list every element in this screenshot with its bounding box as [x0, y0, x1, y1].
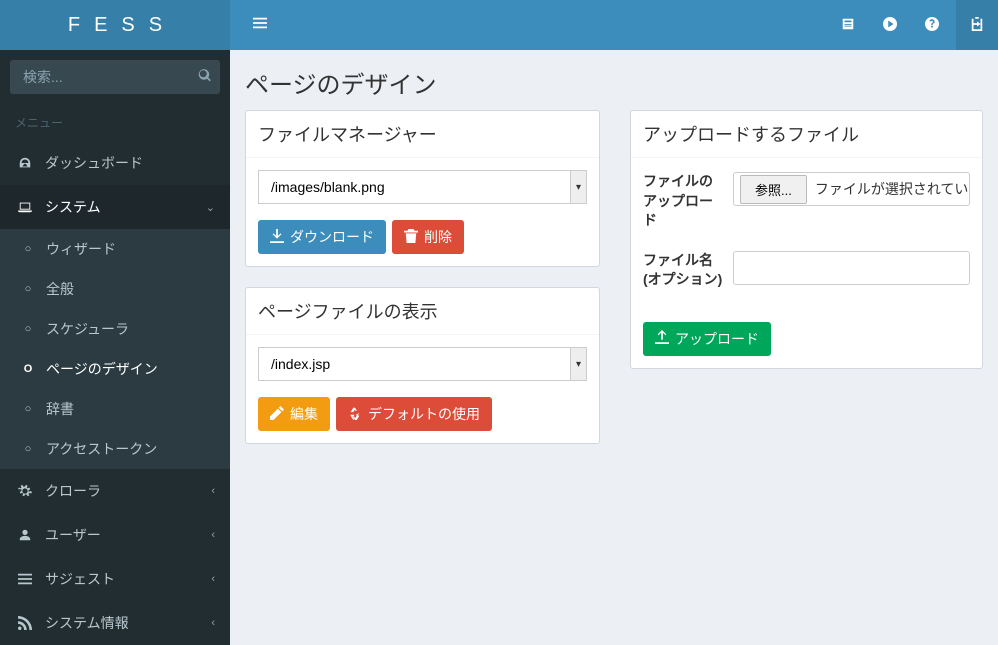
- recycle-icon: [348, 406, 362, 423]
- sidebar-item-label: サジェスト: [45, 569, 115, 589]
- chevron-left-icon: ‹: [211, 617, 215, 629]
- button-label: デフォルトの使用: [368, 404, 480, 424]
- sidebar-item-dictionary[interactable]: ○ 辞書: [0, 389, 230, 429]
- laptop-icon: [15, 200, 35, 214]
- logout-icon: [970, 17, 984, 34]
- circle-icon: ○: [20, 283, 36, 295]
- sidebar-item-label: アクセストークン: [46, 439, 157, 459]
- circle-icon: ○: [20, 323, 36, 335]
- search-input[interactable]: [10, 60, 220, 94]
- main: ページのデザイン ファイルマネージャー /images/blank.png ▾: [230, 0, 998, 645]
- play-circle-icon: [883, 17, 897, 34]
- sidebar: FESS メニュー ダッシュボード システム ⌄ ○ ウィザード ○ 全般 ○ スケジ…: [0, 0, 230, 645]
- circle-icon: ○: [20, 243, 36, 255]
- file-status-text: ファイルが選択されてい: [807, 179, 969, 199]
- logo[interactable]: FESS: [0, 0, 230, 50]
- filename-input[interactable]: [733, 251, 970, 285]
- sidebar-item-system-info[interactable]: システム情報 ‹: [0, 601, 230, 645]
- sidebar-item-suggest[interactable]: サジェスト ‹: [0, 557, 230, 601]
- page-file-box: ページファイルの表示 /index.jsp ▾ 編集: [245, 287, 600, 444]
- sidebar-item-scheduler[interactable]: ○ スケジューラ: [0, 309, 230, 349]
- circle-icon: ○: [20, 403, 36, 415]
- sidebar-item-page-design[interactable]: O ページのデザイン: [0, 349, 230, 389]
- chevron-left-icon: ‹: [211, 573, 215, 585]
- button-label: アップロード: [675, 329, 759, 349]
- download-icon: [270, 229, 284, 246]
- gear-icon: [15, 484, 35, 498]
- upload-title: アップロードするファイル: [643, 121, 970, 147]
- sidebar-item-label: ダッシュボード: [45, 153, 143, 173]
- browse-button[interactable]: 参照...: [740, 175, 807, 204]
- sidebar-item-crawler[interactable]: クローラ ‹: [0, 469, 230, 513]
- sidebar-item-label: ウィザード: [46, 239, 116, 259]
- sidebar-item-label: クローラ: [45, 481, 101, 501]
- sidebar-item-general[interactable]: ○ 全般: [0, 269, 230, 309]
- file-upload-label: ファイルのアップロード: [643, 172, 733, 231]
- sidebar-item-label: スケジューラ: [46, 319, 129, 339]
- file-input[interactable]: 参照... ファイルが選択されてい: [733, 172, 970, 206]
- search-box: [10, 60, 220, 94]
- trash-icon: [404, 229, 418, 246]
- sidebar-item-label: 辞書: [46, 399, 74, 419]
- filename-label: ファイル名 (オプション): [643, 251, 733, 290]
- sidebar-item-label: システム情報: [45, 613, 129, 633]
- sidebar-item-label: システム: [45, 197, 101, 217]
- topbar-play-button[interactable]: [872, 7, 908, 43]
- button-label: 編集: [290, 404, 318, 424]
- pencil-icon: [270, 406, 284, 423]
- logo-text: FESS: [54, 14, 176, 37]
- use-default-button[interactable]: デフォルトの使用: [336, 397, 492, 431]
- chevron-left-icon: ‹: [211, 485, 215, 497]
- menu-toggle-button[interactable]: [245, 8, 275, 43]
- page-file-select[interactable]: /index.jsp: [258, 347, 587, 381]
- dashboard-icon: [15, 156, 35, 170]
- topbar: [230, 0, 998, 50]
- file-manager-select[interactable]: /images/blank.png: [258, 170, 587, 204]
- sidebar-item-system[interactable]: システム ⌄: [0, 185, 230, 229]
- sidebar-item-dashboard[interactable]: ダッシュボード: [0, 141, 230, 185]
- topbar-help-button[interactable]: [914, 7, 950, 43]
- content: ファイルマネージャー /images/blank.png ▾ ダウンロード: [230, 110, 998, 459]
- menu-header: メニュー: [0, 104, 230, 141]
- search-icon: [198, 71, 212, 86]
- download-button[interactable]: ダウンロード: [258, 220, 386, 254]
- button-label: 削除: [424, 227, 452, 247]
- sidebar-item-label: 全般: [46, 279, 74, 299]
- search-button[interactable]: [198, 69, 212, 86]
- rss-icon: [15, 616, 35, 630]
- sidebar-item-label: ユーザー: [45, 525, 101, 545]
- sidebar-item-access-token[interactable]: ○ アクセストークン: [0, 429, 230, 469]
- submenu-system: ○ ウィザード ○ 全般 ○ スケジューラ O ページのデザイン ○ 辞書 ○ アクセストー…: [0, 229, 230, 469]
- delete-button[interactable]: 削除: [392, 220, 464, 254]
- sidebar-item-wizard[interactable]: ○ ウィザード: [0, 229, 230, 269]
- page-file-title: ページファイルの表示: [258, 298, 587, 324]
- file-manager-box: ファイルマネージャー /images/blank.png ▾ ダウンロード: [245, 110, 600, 267]
- upload-box: アップロードするファイル ファイルのアップロード 参照... ファイルが選択され…: [630, 110, 983, 369]
- list-icon: [15, 572, 35, 586]
- circle-icon: O: [20, 363, 36, 375]
- file-manager-title: ファイルマネージャー: [258, 121, 587, 147]
- sidebar-item-label: ページのデザイン: [46, 359, 158, 379]
- page-title: ページのデザイン: [245, 65, 983, 100]
- hamburger-icon: [253, 17, 267, 34]
- upload-button[interactable]: アップロード: [643, 322, 771, 356]
- chevron-left-icon: ‹: [211, 529, 215, 541]
- newspaper-icon: [841, 17, 855, 34]
- help-circle-icon: [925, 17, 939, 34]
- sidebar-item-user[interactable]: ユーザー ‹: [0, 513, 230, 557]
- circle-icon: ○: [20, 443, 36, 455]
- topbar-logout-button[interactable]: [956, 0, 998, 50]
- user-icon: [15, 528, 35, 542]
- button-label: ダウンロード: [290, 227, 374, 247]
- edit-button[interactable]: 編集: [258, 397, 330, 431]
- topbar-news-button[interactable]: [830, 7, 866, 43]
- chevron-down-icon: ⌄: [206, 201, 215, 214]
- upload-icon: [655, 330, 669, 347]
- content-header: ページのデザイン: [230, 50, 998, 110]
